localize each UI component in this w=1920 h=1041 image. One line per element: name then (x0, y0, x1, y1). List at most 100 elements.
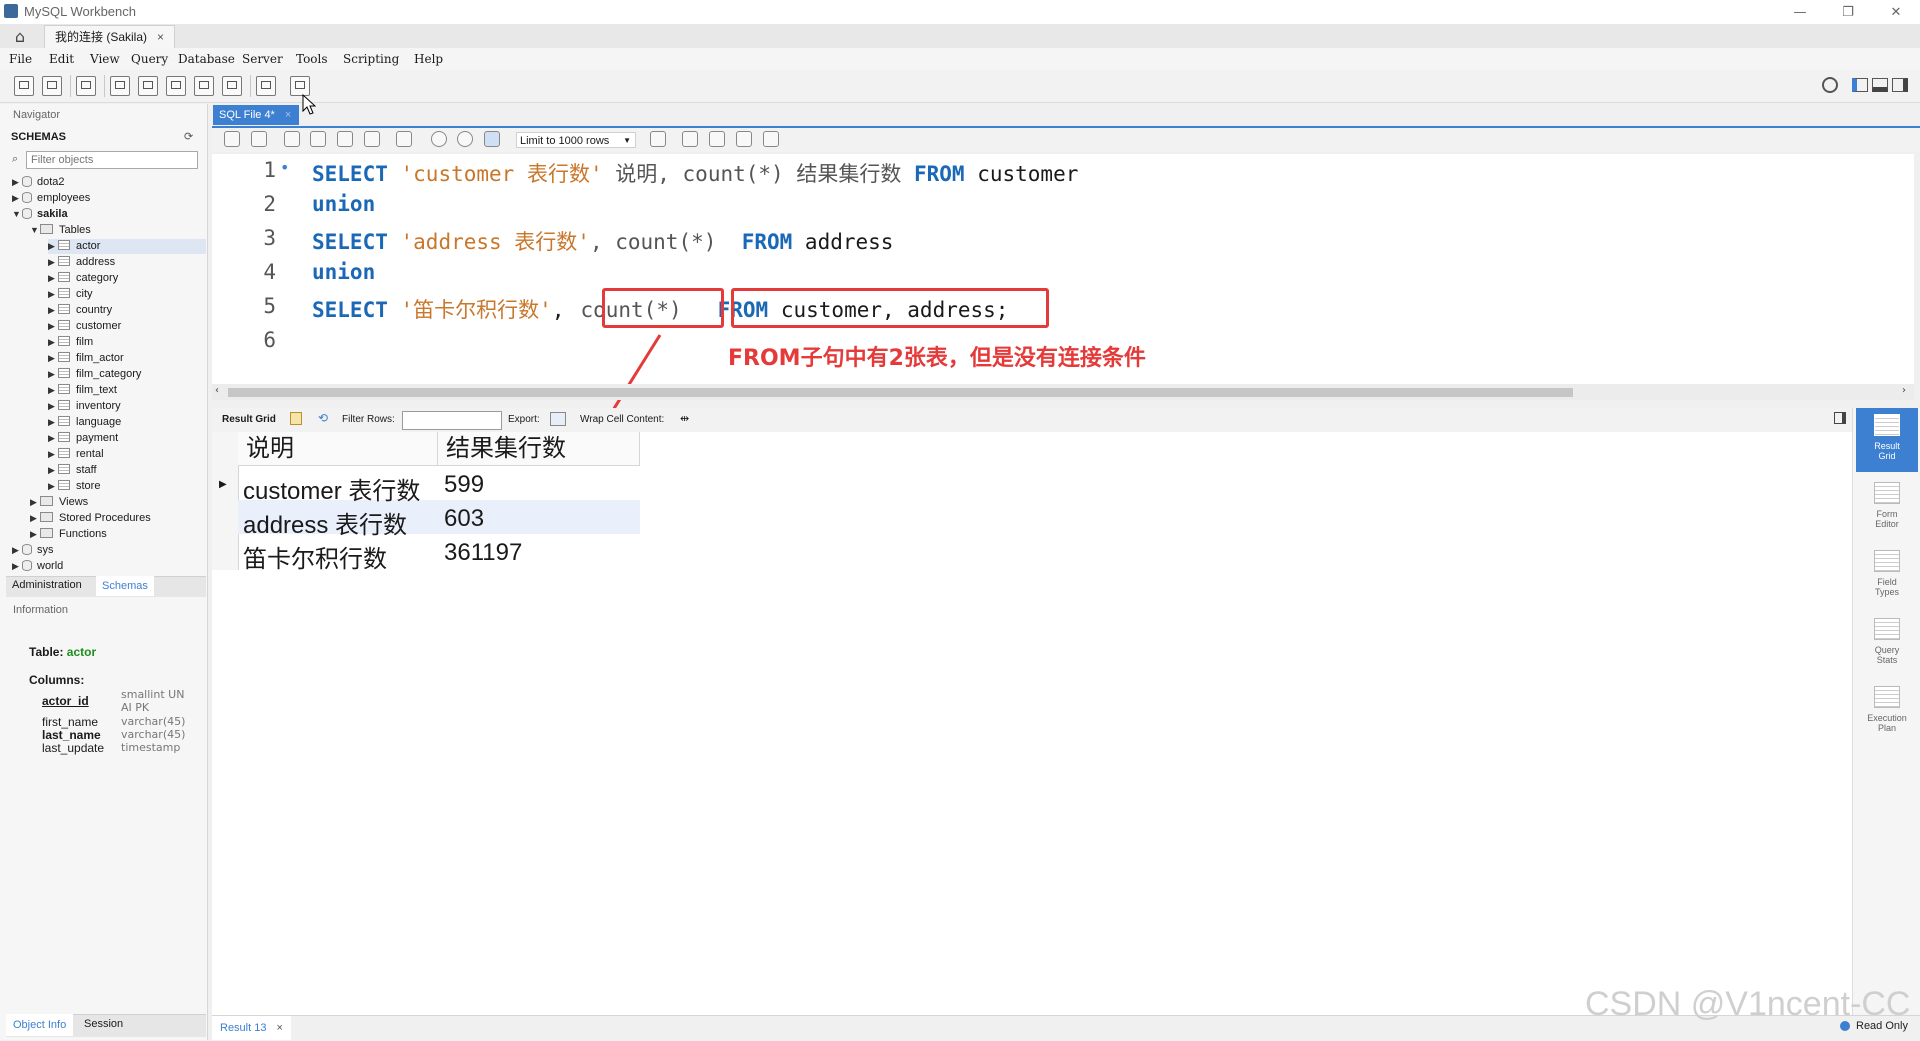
rollback-icon[interactable] (457, 131, 473, 147)
menu-query[interactable]: Query (131, 52, 168, 66)
expand-arrow-icon[interactable]: ▶ (48, 255, 58, 270)
create-schema-icon[interactable] (110, 76, 130, 96)
table-item-rental[interactable]: ▶ rental (48, 447, 104, 462)
schema-item-world[interactable]: ▶ world (12, 559, 63, 574)
menu-database[interactable]: Database (178, 52, 235, 66)
toggle-secondary-sidebar-icon[interactable] (1892, 78, 1908, 92)
table-item-customer[interactable]: ▶ customer (48, 319, 121, 334)
open-file-icon[interactable] (224, 131, 240, 147)
tab-result-13[interactable]: Result 13 × (212, 1016, 291, 1040)
minimize-button[interactable]: — (1780, 2, 1820, 24)
expand-arrow-icon[interactable]: ▶ (30, 511, 40, 526)
toggle-output-icon[interactable] (1872, 78, 1888, 92)
filter-rows-input[interactable] (402, 411, 502, 430)
filter-objects-input[interactable] (26, 151, 198, 169)
export-icon[interactable] (550, 412, 566, 426)
table-item-city[interactable]: ▶ city (48, 287, 93, 302)
table-cell[interactable]: 603 (444, 505, 484, 533)
create-function-icon[interactable] (222, 76, 242, 96)
form-editor-button[interactable]: Form Editor (1856, 482, 1918, 529)
tab-object-info[interactable]: Object Info (6, 1014, 74, 1036)
menu-view[interactable]: View (90, 52, 120, 66)
table-item-category[interactable]: ▶ category (48, 271, 118, 286)
collapse-arrow-icon[interactable]: ▼ (12, 207, 22, 222)
query-stats-button[interactable]: Query Stats (1856, 618, 1918, 665)
expand-arrow-icon[interactable]: ▶ (48, 287, 58, 302)
toggle-panel-icon[interactable] (1834, 412, 1846, 424)
add-snippet-icon[interactable] (650, 131, 666, 147)
table-item-language[interactable]: ▶ language (48, 415, 121, 430)
expand-arrow-icon[interactable]: ▶ (12, 559, 22, 574)
create-procedure-icon[interactable] (194, 76, 214, 96)
wrap-icon[interactable]: ⇹ (680, 412, 689, 425)
toggle-error-icon[interactable] (396, 131, 412, 147)
editor-horizontal-scrollbar[interactable]: ‹ › (212, 384, 1914, 400)
tree-folder-tables[interactable]: ▼ Tables (30, 223, 91, 238)
table-item-actor[interactable]: ▶ actor (48, 239, 206, 254)
menu-edit[interactable]: Edit (49, 52, 74, 66)
expand-arrow-icon[interactable]: ▶ (48, 335, 58, 350)
create-view-icon[interactable] (166, 76, 186, 96)
result-grid-view-button[interactable]: Result Grid (1856, 414, 1918, 461)
scrollbar-thumb[interactable] (228, 388, 1573, 397)
tab-session[interactable]: Session (84, 1018, 123, 1030)
execute-current-icon[interactable] (310, 131, 326, 147)
tree-folder-stored-procedures[interactable]: ▶ Stored Procedures (30, 511, 151, 526)
table-item-film-actor[interactable]: ▶ film_actor (48, 351, 124, 366)
expand-arrow-icon[interactable]: ▶ (48, 447, 58, 462)
table-item-film-text[interactable]: ▶ film_text (48, 383, 117, 398)
expand-arrow-icon[interactable]: ▶ (48, 239, 58, 254)
table-item-inventory[interactable]: ▶ inventory (48, 399, 121, 414)
expand-arrow-icon[interactable]: ▶ (48, 399, 58, 414)
tab-administration[interactable]: Administration (12, 579, 82, 591)
grid-icon[interactable] (290, 412, 302, 425)
tab-schemas[interactable]: Schemas (96, 576, 154, 596)
tree-folder-functions[interactable]: ▶ Functions (30, 527, 107, 542)
menu-help[interactable]: Help (414, 52, 443, 66)
home-icon[interactable]: ⌂ (8, 27, 32, 47)
field-types-button[interactable]: Field Types (1856, 550, 1918, 597)
tab-sql-file[interactable]: SQL File 4* × (213, 105, 299, 125)
schema-item-sakila[interactable]: ▼ sakila (12, 207, 68, 222)
reconnect-icon[interactable] (290, 76, 310, 96)
inspector-icon[interactable] (76, 76, 96, 96)
restore-button[interactable]: ❐ (1828, 2, 1868, 24)
beautify-icon[interactable] (682, 131, 698, 147)
expand-arrow-icon[interactable]: ▶ (48, 415, 58, 430)
expand-arrow-icon[interactable]: ▶ (48, 431, 58, 446)
table-item-film[interactable]: ▶ film (48, 335, 93, 350)
schema-item-dota2[interactable]: ▶ dota2 (12, 175, 65, 190)
explain-icon[interactable] (337, 131, 353, 147)
expand-arrow-icon[interactable]: ▶ (48, 319, 58, 334)
table-cell[interactable]: 笛卡尔积行数 (243, 539, 387, 574)
autocommit-icon[interactable] (484, 131, 500, 147)
connection-tab[interactable]: 我的连接 (Sakila) × (44, 25, 176, 48)
column-header[interactable]: 结果集行数 (438, 432, 640, 466)
stop-icon[interactable] (364, 131, 380, 147)
close-button[interactable]: ✕ (1876, 2, 1916, 24)
expand-arrow-icon[interactable]: ▶ (48, 383, 58, 398)
table-item-country[interactable]: ▶ country (48, 303, 112, 318)
column-header[interactable]: 说明 (238, 432, 438, 466)
expand-arrow-icon[interactable]: ▶ (48, 303, 58, 318)
table-cell[interactable]: address 表行数 (243, 505, 407, 540)
expand-arrow-icon[interactable]: ▶ (12, 175, 22, 190)
search-table-data-icon[interactable] (256, 76, 276, 96)
close-icon[interactable]: × (276, 1022, 282, 1034)
expand-arrow-icon[interactable]: ▶ (48, 367, 58, 382)
expand-arrow-icon[interactable]: ▶ (48, 271, 58, 286)
expand-arrow-icon[interactable]: ▶ (12, 543, 22, 558)
expand-arrow-icon[interactable]: ▶ (48, 463, 58, 478)
create-table-icon[interactable] (138, 76, 158, 96)
save-icon[interactable] (251, 131, 267, 147)
menu-tools[interactable]: Tools (296, 52, 328, 66)
schema-item-sys[interactable]: ▶ sys (12, 543, 54, 558)
new-sql-tab-icon[interactable] (14, 76, 34, 96)
execution-plan-button[interactable]: Execution Plan (1856, 686, 1918, 733)
menu-server[interactable]: Server (242, 52, 283, 66)
result-grid-label[interactable]: Result Grid (222, 414, 276, 425)
close-icon[interactable]: × (157, 30, 164, 44)
limit-rows-select[interactable]: Limit to 1000 rows ▼ (516, 132, 636, 148)
scroll-left-icon[interactable]: ‹ (215, 385, 219, 396)
table-item-address[interactable]: ▶ address (48, 255, 115, 270)
